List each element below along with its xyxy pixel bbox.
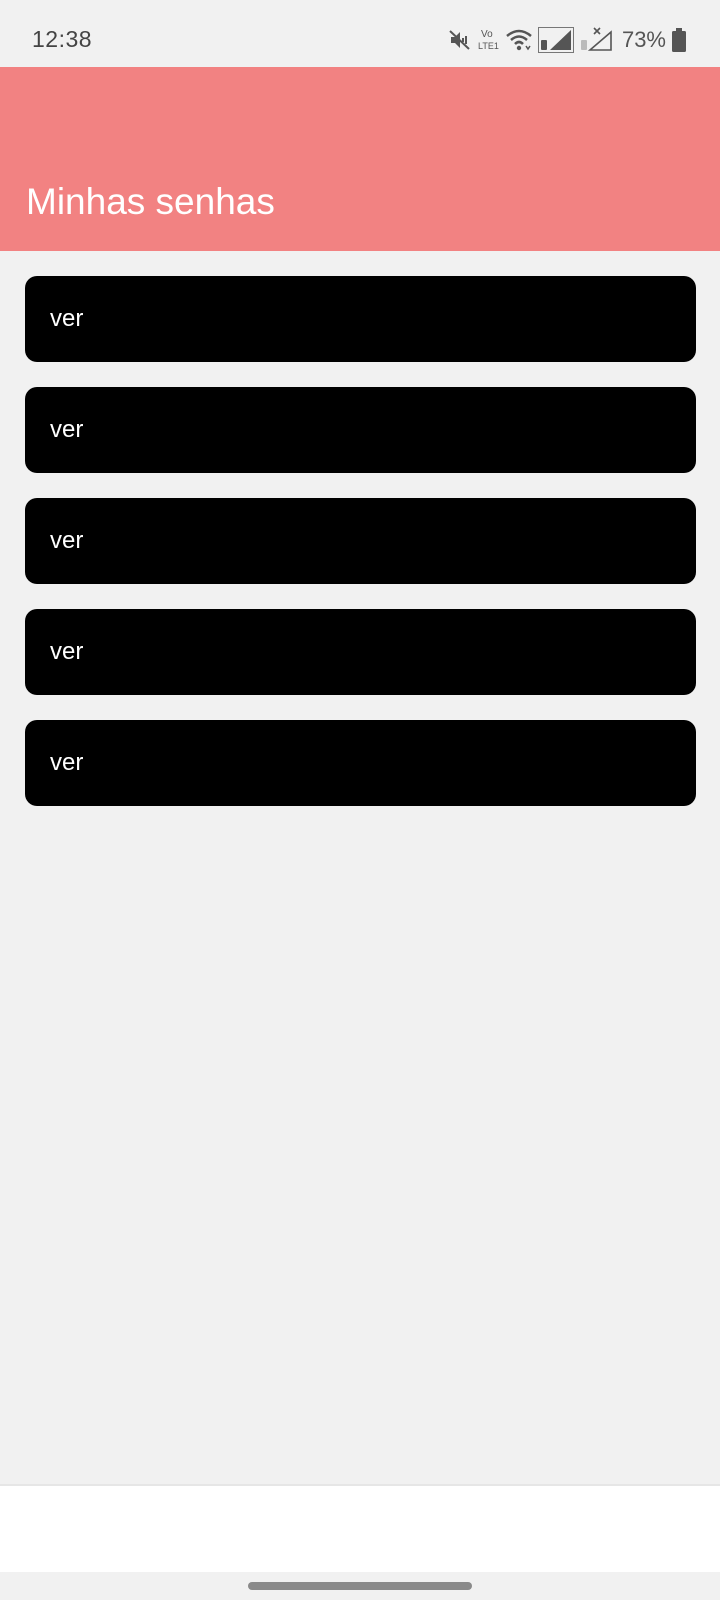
password-item-label: ver	[50, 416, 84, 443]
password-item-label: ver	[50, 305, 84, 332]
status-icons: Vo LTE1 73%	[448, 26, 686, 54]
gesture-nav-handle[interactable]	[248, 1582, 472, 1590]
password-item-label: ver	[50, 749, 84, 776]
password-item[interactable]: ver	[25, 276, 696, 362]
signal-sim1-icon	[537, 27, 574, 53]
password-item-label: ver	[50, 638, 84, 665]
password-item-label: ver	[50, 527, 84, 554]
volte-label-bottom: LTE1	[478, 41, 499, 51]
wifi-icon	[506, 28, 532, 52]
password-item[interactable]: ver	[25, 720, 696, 806]
battery-percent: 73%	[621, 27, 666, 52]
password-item[interactable]: ver	[25, 387, 696, 473]
password-list: ver ver ver ver ver	[25, 276, 696, 831]
status-time: 12:38	[32, 26, 93, 52]
volte-label-top: Vo	[481, 29, 493, 40]
page-title: Minhas senhas	[26, 181, 275, 222]
volte-icon: Vo LTE1	[478, 27, 500, 53]
app-header: Minhas senhas	[0, 67, 720, 251]
password-item[interactable]: ver	[25, 609, 696, 695]
bottom-panel	[0, 1484, 720, 1572]
mute-icon	[448, 28, 472, 52]
status-bar: 12:38 Vo LTE1 73%	[0, 0, 720, 67]
battery-icon	[672, 28, 686, 52]
signal-sim2-no-service-icon	[580, 27, 614, 53]
password-item[interactable]: ver	[25, 498, 696, 584]
